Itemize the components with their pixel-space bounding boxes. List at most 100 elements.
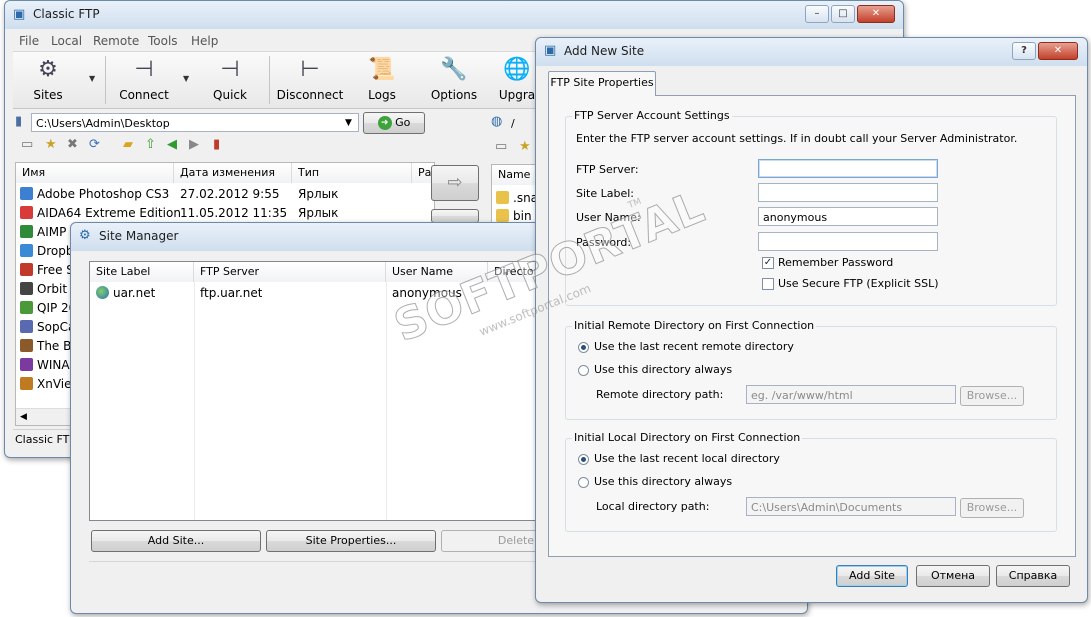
file-date: 11.05.2012 11:35 [180,206,288,220]
connect-dropdown-icon[interactable]: ▼ [183,74,189,83]
local-last-label[interactable]: Use the last recent local directory [594,452,780,465]
remember-password-checkbox[interactable]: ✓ [762,257,774,269]
col-date[interactable]: Дата изменения [174,163,292,183]
plug-icon: ⊣ [134,57,154,82]
drive-icon: ▮ [15,114,23,129]
quick-button[interactable]: ⊣ Quick [195,56,265,102]
options-button[interactable]: 🔧 Options [419,56,489,102]
remote-path-text[interactable]: / [511,117,515,130]
transfer-right-button[interactable]: ⇨ [431,165,479,201]
local-always-label[interactable]: Use this directory always [594,475,732,488]
ftp-server-input[interactable] [758,159,938,178]
scroll-left-icon[interactable]: ◀ [20,410,27,424]
maximize-button[interactable]: □ [831,5,855,23]
shortcut-icon [20,282,33,295]
menu-help[interactable]: Help [191,34,218,48]
user-name-input[interactable]: anonymous [758,207,938,226]
folder-icon[interactable]: ▰ [123,138,133,152]
app-icon: ▣ [13,7,26,22]
help-button[interactable]: ? [1012,42,1036,60]
col-name[interactable]: Имя [16,163,174,183]
local-file-row[interactable]: Adobe Photoshop CS3 27.02.2012 9:55 Ярлык [16,185,434,204]
dialog-icon: ▣ [544,43,557,58]
col-ftp-server[interactable]: FTP Server [194,262,386,282]
add-site-titlebar[interactable]: ▣ Add New Site ? ✕ [536,38,1087,66]
column-divider [194,282,195,520]
remember-password-label[interactable]: Remember Password [778,256,893,269]
local-always-radio[interactable] [578,477,589,488]
col-type[interactable]: Тип [292,163,412,183]
transfer-left-button[interactable] [431,209,479,223]
site-label-label: Site Label: [576,187,634,200]
local-path-label: Local directory path: [596,500,710,513]
secure-ftp-checkbox[interactable] [762,278,774,290]
delete-icon[interactable]: ✖ [67,138,78,152]
close-button[interactable]: ✕ [1038,42,1078,60]
forward-icon[interactable]: ▶ [189,138,199,152]
tab-ftp-site-properties[interactable]: FTP Site Properties [548,71,656,96]
menu-local[interactable]: Local [51,34,82,48]
sites-dropdown-icon[interactable]: ▼ [89,74,95,83]
remote-path-input[interactable]: eg. /var/www/html [746,385,956,404]
remote-globe-icon: ◍ [491,114,503,129]
local-browse-button[interactable]: Browse... [960,498,1024,518]
local-path-input[interactable]: C:\Users\Admin\Documents [746,497,956,516]
remote-file-name: bin [513,209,532,223]
toolbar-separator [269,56,270,104]
menu-tools[interactable]: Tools [148,34,178,48]
path-dropdown-icon[interactable]: ▼ [345,116,352,130]
shortcut-icon [20,225,33,238]
site-label-cell: uar.net [113,286,156,300]
remote-always-radio[interactable] [578,365,589,376]
file-date: 27.02.2012 9:55 [180,187,280,201]
col-site-label[interactable]: Site Label [90,262,194,282]
site-properties-button[interactable]: Site Properties... [266,530,436,552]
menu-file[interactable]: File [19,34,39,48]
file-type: Ярлык [298,187,339,201]
go-button[interactable]: ➜ Go [363,112,425,134]
disconnect-label: Disconnect [276,88,344,102]
local-file-row[interactable]: AIDA64 Extreme Edition 11.05.2012 11:35 Яр… [16,204,434,223]
add-site-button[interactable]: Add Site... [91,530,261,552]
sites-label: Sites [33,88,63,102]
remote-directory-group: Initial Remote Directory on First Connec… [565,319,1057,420]
menu-remote[interactable]: Remote [93,34,139,48]
file-name: Dropb [37,244,74,258]
back-icon[interactable]: ◀ [167,138,177,152]
close-button[interactable]: ✕ [857,5,895,23]
connect-button[interactable]: ⊣ Connect [109,56,179,102]
add-site-confirm-button[interactable]: Add Site [836,565,908,587]
help-dialog-button[interactable]: Справка [996,565,1070,587]
shortcut-icon [20,339,33,352]
password-input[interactable] [758,232,938,251]
new-folder-icon[interactable]: ★ [45,138,57,152]
remote-view-icon[interactable]: ▭ [495,140,507,154]
status-text: Classic FTP [15,433,77,446]
bookmark-icon[interactable]: ▮ [213,138,220,152]
sites-button[interactable]: ⚙ Sites [13,56,83,102]
disconnect-button[interactable]: ⊢ Disconnect [275,56,345,102]
local-last-radio[interactable] [578,454,589,465]
up-folder-icon[interactable]: ⇧ [145,138,156,152]
remote-new-folder-icon[interactable]: ★ [519,140,531,154]
connect-label: Connect [119,88,169,102]
remote-path-label: Remote directory path: [596,388,724,401]
tab-label: FTP Site Properties [550,76,654,89]
site-label-input[interactable] [758,183,938,202]
secure-ftp-label[interactable]: Use Secure FTP (Explicit SSL) [778,277,939,290]
cancel-button[interactable]: Отмена [916,565,990,587]
minimize-button[interactable]: – [805,5,829,23]
view-icon[interactable]: ▭ [21,138,33,152]
local-path-input[interactable]: C:\Users\Admin\Desktop [31,113,359,132]
shortcut-icon [20,206,33,219]
remote-last-label[interactable]: Use the last recent remote directory [594,340,794,353]
shortcut-icon [20,377,33,390]
file-name: Orbit [37,282,68,296]
remote-browse-button[interactable]: Browse... [960,386,1024,406]
quick-label: Quick [213,88,247,102]
logs-button[interactable]: 📜 Logs [347,56,417,102]
remote-always-label[interactable]: Use this directory always [594,363,732,376]
main-titlebar[interactable]: ▣ Classic FTP – □ ✕ [5,1,903,29]
file-name: Adobe Photoshop CS3 [37,187,170,201]
refresh-icon[interactable]: ⟳ [89,138,100,152]
